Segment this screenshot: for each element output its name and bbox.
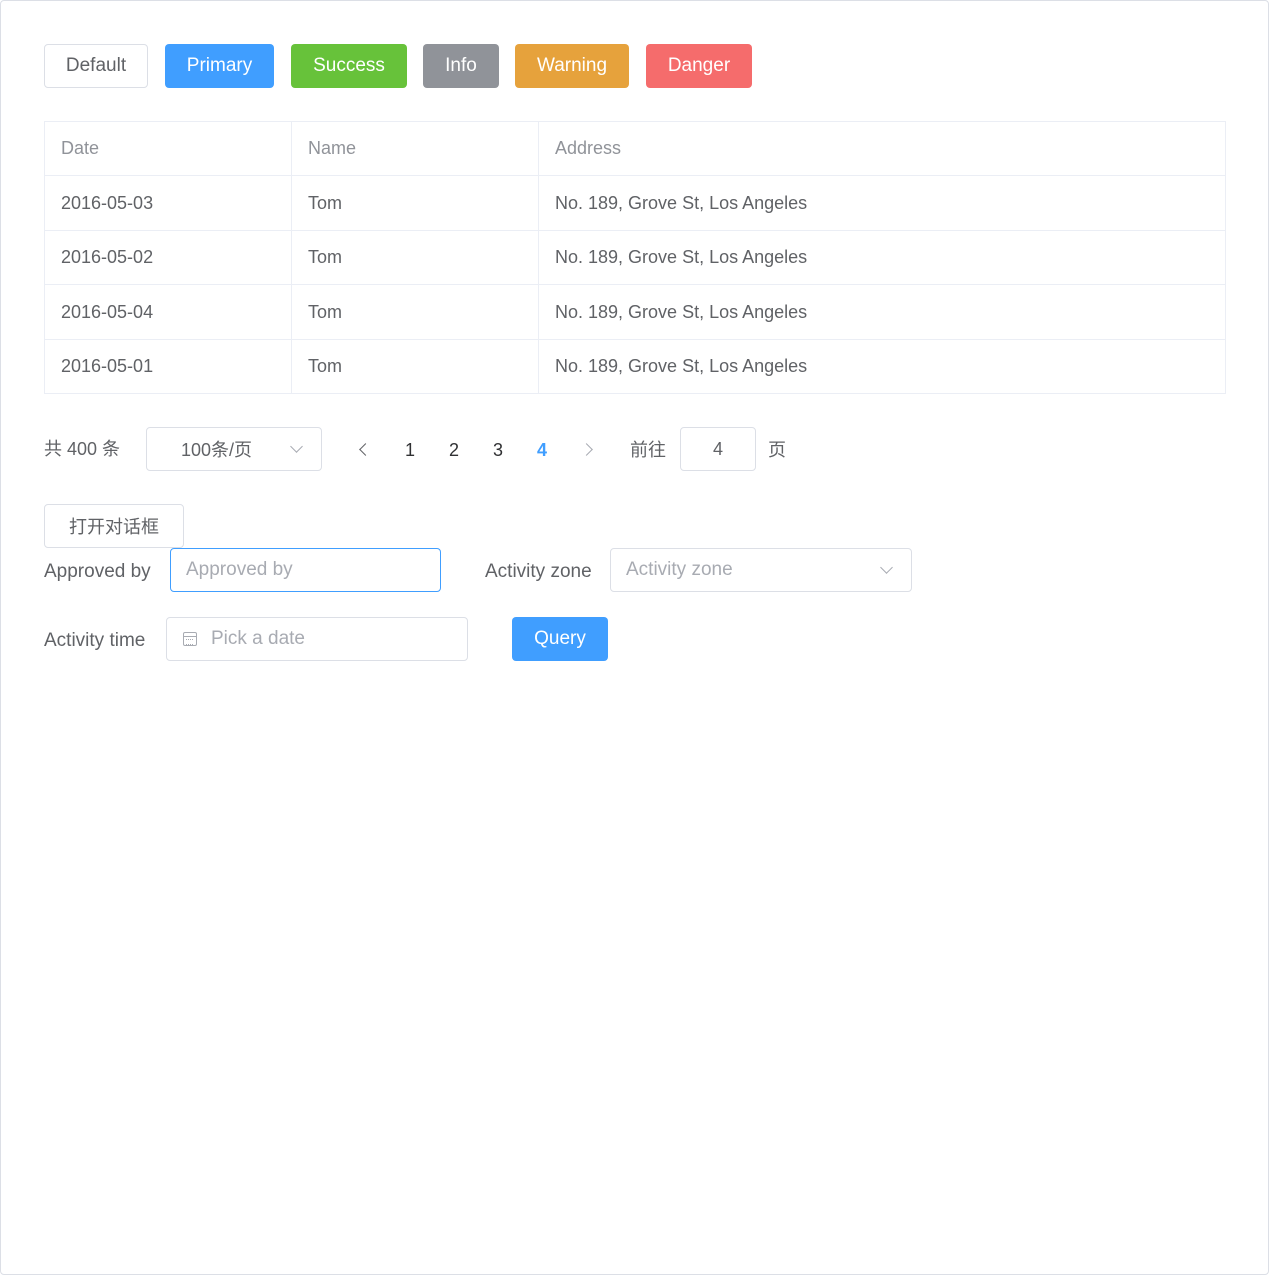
page-size-value: 100条/页 (181, 440, 253, 460)
table-row[interactable]: 2016-05-03 Tom No. 189, Grove St, Los An… (45, 176, 1225, 231)
header-date[interactable]: Date (45, 122, 292, 175)
data-table: Date Name Address 2016-05-03 Tom No. 189… (44, 121, 1226, 394)
cell-date: 2016-05-02 (45, 231, 292, 284)
chevron-left-icon (358, 442, 372, 456)
cell-name: Tom (292, 176, 539, 230)
goto-label: 前往 (630, 440, 666, 460)
success-button[interactable]: Success (291, 44, 407, 88)
cell-address: No. 189, Grove St, Los Angeles (555, 192, 808, 213)
activity-zone-select[interactable]: Activity zone (610, 548, 912, 592)
page-suffix-label: 页 (768, 440, 786, 460)
default-button[interactable]: Default (44, 44, 148, 88)
open-dialog-button[interactable]: 打开对话框 (44, 504, 184, 548)
activity-zone-placeholder: Activity zone (626, 559, 733, 580)
cell-date: 2016-05-03 (45, 176, 292, 230)
prev-page-button[interactable] (350, 427, 380, 471)
page-number-2[interactable]: 2 (439, 427, 469, 471)
table-header-row: Date Name Address (45, 122, 1225, 176)
primary-button[interactable]: Primary (165, 44, 274, 88)
danger-button[interactable]: Danger (646, 44, 752, 88)
goto-page-input[interactable]: 4 (680, 427, 756, 471)
activity-time-placeholder: Pick a date (211, 628, 305, 649)
approved-by-label: Approved by (44, 561, 151, 582)
cell-name: Tom (292, 285, 539, 339)
cell-address: No. 189, Grove St, Los Angeles (555, 356, 808, 376)
table-row[interactable]: 2016-05-01 Tom No. 189, Grove St, Los An… (45, 340, 1225, 393)
table-row[interactable]: 2016-05-02 Tom No. 189, Grove St, Los An… (45, 231, 1225, 285)
cell-address: No. 189, Grove St, Los Angeles (555, 301, 808, 322)
chevron-down-icon (880, 561, 893, 574)
page-number-1[interactable]: 1 (395, 427, 425, 471)
cell-name: Tom (292, 231, 539, 284)
cell-date: 2016-05-04 (45, 285, 292, 339)
query-button[interactable]: Query (512, 617, 608, 661)
table-row[interactable]: 2016-05-04 Tom No. 189, Grove St, Los An… (45, 285, 1225, 340)
page-number-4-active[interactable]: 4 (527, 427, 557, 471)
chevron-right-icon (579, 442, 593, 456)
warning-button[interactable]: Warning (515, 44, 629, 88)
activity-time-label: Activity time (44, 630, 146, 651)
approved-by-placeholder: Approved by (186, 559, 293, 580)
pagination: 共 400 条 100条/页 1 2 3 4 前往 4 页 (44, 427, 844, 471)
cell-name: Tom (292, 340, 539, 393)
next-page-button[interactable] (571, 427, 601, 471)
activity-time-date-picker[interactable]: Pick a date (166, 617, 468, 661)
info-button[interactable]: Info (423, 44, 499, 88)
page-number-3[interactable]: 3 (483, 427, 513, 471)
calendar-icon (183, 632, 197, 646)
header-name[interactable]: Name (292, 122, 539, 175)
activity-zone-label: Activity zone (485, 561, 592, 582)
cell-date: 2016-05-01 (45, 340, 292, 393)
cell-address: No. 189, Grove St, Los Angeles (555, 247, 808, 267)
chevron-down-icon (290, 440, 303, 453)
header-address[interactable]: Address (539, 122, 1225, 175)
approved-by-input[interactable]: Approved by (170, 548, 441, 592)
page-size-select[interactable]: 100条/页 (146, 427, 322, 471)
pagination-total: 共 400 条 (44, 439, 121, 459)
